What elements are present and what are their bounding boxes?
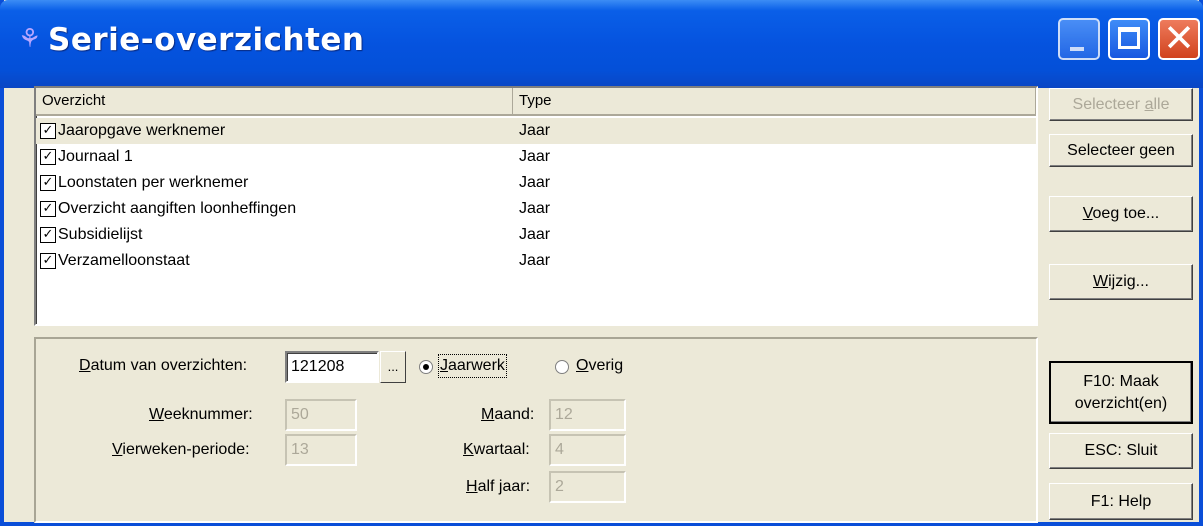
select-none-accel: g <box>1139 142 1149 159</box>
quarter-accel: K <box>463 441 474 458</box>
period-label: Vierweken-periode: <box>112 440 250 460</box>
radio-overig-accel: O <box>576 357 589 374</box>
checkbox[interactable]: ✓ <box>40 227 56 243</box>
add-text: oeg toe... <box>1092 205 1160 222</box>
checkbox[interactable]: ✓ <box>40 175 56 191</box>
item-name: Jaaropgave werknemer <box>58 122 226 139</box>
item-type: Jaar <box>519 122 551 139</box>
edit-accel: W <box>1092 273 1109 290</box>
date-browse-button[interactable]: ... <box>380 351 406 383</box>
half-year-value: 2 <box>555 478 564 495</box>
date-value: 121208 <box>291 358 345 375</box>
dialog-window: ⚘ Serie-overzichten ✕ Overzicht Type ✓ J… <box>0 0 1203 526</box>
column-header-overzicht[interactable]: Overzicht <box>36 88 513 116</box>
add-accel: V <box>1082 205 1093 222</box>
week-field[interactable]: 50 <box>285 399 357 431</box>
month-accel: M <box>481 406 495 423</box>
minimize-button[interactable] <box>1058 18 1100 60</box>
period-accel: V <box>112 441 123 458</box>
close-button[interactable]: ✕ <box>1158 16 1200 60</box>
title-bar[interactable]: ⚘ Serie-overzichten ✕ <box>0 0 1203 88</box>
add-button[interactable]: Voeg toe... <box>1049 196 1193 232</box>
month-label-text: aand: <box>494 406 535 423</box>
list-item[interactable]: ✓ Jaaropgave werknemer Jaar <box>36 118 1036 144</box>
item-type: Jaar <box>519 174 551 191</box>
period-field[interactable]: 13 <box>285 434 357 466</box>
date-label: Datum van overzichten: <box>79 356 247 376</box>
radio-selected-dot <box>423 364 429 370</box>
list-item[interactable]: ✓ Loonstaten per werknemer Jaar <box>36 170 1036 196</box>
half-year-accel: H <box>466 478 478 495</box>
maximize-icon <box>1118 27 1140 49</box>
radio-overig-label[interactable]: Overig <box>576 356 623 376</box>
week-label-text: eeknummer: <box>163 406 253 423</box>
item-type: Jaar <box>519 252 551 269</box>
overview-list[interactable]: Overzicht Type ✓ Jaaropgave werknemer Ja… <box>34 86 1038 326</box>
date-label-text: atum van overzichten: <box>90 357 248 374</box>
app-icon: ⚘ <box>18 24 42 54</box>
month-field[interactable]: 12 <box>549 399 626 431</box>
checkbox[interactable]: ✓ <box>40 149 56 165</box>
select-all-text-end: lle <box>1153 96 1170 113</box>
list-header: Overzicht Type <box>36 88 1036 116</box>
column-header-type[interactable]: Type <box>513 88 1036 116</box>
radio-jaarwerk-text: aarwerk <box>448 357 505 374</box>
item-name: Loonstaten per werknemer <box>58 174 249 191</box>
item-name: Overzicht aangiften loonheffingen <box>58 200 297 217</box>
close-dialog-button[interactable]: ESC: Sluit <box>1049 433 1193 469</box>
period-value: 13 <box>291 441 309 458</box>
radio-overig-text: verig <box>588 357 624 374</box>
item-type: Jaar <box>519 200 551 217</box>
select-all-text: Selecteer <box>1072 96 1145 113</box>
edit-button[interactable]: Wijzig... <box>1049 264 1193 300</box>
list-item[interactable]: ✓ Verzamelloonstaat Jaar <box>36 248 1036 274</box>
week-value: 50 <box>291 406 309 423</box>
item-name: Verzamelloonstaat <box>58 252 190 269</box>
window-title: Serie-overzichten <box>48 22 365 58</box>
checkbox[interactable]: ✓ <box>40 201 56 217</box>
minimize-icon <box>1070 47 1084 51</box>
select-none-text: Selecteer <box>1067 142 1140 159</box>
half-year-label-text: alf jaar: <box>477 478 531 495</box>
list-rows: ✓ Jaaropgave werknemer Jaar ✓ Journaal 1… <box>36 118 1036 274</box>
edit-text: ijzig... <box>1108 273 1149 290</box>
item-name: Journaal 1 <box>58 148 133 165</box>
maximize-button[interactable] <box>1108 18 1150 60</box>
quarter-label-text: wartaal: <box>473 441 530 458</box>
month-label: Maand: <box>481 405 534 425</box>
week-label: Weeknummer: <box>149 405 253 425</box>
quarter-label: Kwartaal: <box>463 440 530 460</box>
make-overview-button[interactable]: F10: Maak overzicht(en) <box>1049 361 1193 424</box>
item-type: Jaar <box>519 148 551 165</box>
half-year-label: Half jaar: <box>466 477 530 497</box>
quarter-field[interactable]: 4 <box>549 434 626 466</box>
month-value: 12 <box>555 406 573 423</box>
week-accel: W <box>149 406 164 423</box>
half-year-field[interactable]: 2 <box>549 471 626 503</box>
item-name: Subsidielijst <box>58 226 143 243</box>
item-type: Jaar <box>519 226 551 243</box>
list-item[interactable]: ✓ Journaal 1 Jaar <box>36 144 1036 170</box>
close-icon: ✕ <box>1163 16 1195 60</box>
checkbox[interactable]: ✓ <box>40 123 56 139</box>
make-overview-line2: overzicht(en) <box>1074 395 1168 412</box>
select-none-button[interactable]: Selecteer geen <box>1049 134 1193 167</box>
list-item[interactable]: ✓ Subsidielijst Jaar <box>36 222 1036 248</box>
date-label-accel: D <box>79 357 91 374</box>
radio-overig[interactable] <box>555 360 569 374</box>
radio-jaarwerk-label[interactable]: Jaarwerk <box>438 354 507 378</box>
period-label-text: ierweken-periode: <box>122 441 250 458</box>
list-item[interactable]: ✓ Overzicht aangiften loonheffingen Jaar <box>36 196 1036 222</box>
make-overview-line1: F10: Maak <box>1083 373 1159 390</box>
quarter-value: 4 <box>555 441 564 458</box>
checkbox[interactable]: ✓ <box>40 253 56 269</box>
help-button[interactable]: F1: Help <box>1049 483 1193 520</box>
date-field[interactable]: 121208 <box>285 351 379 383</box>
radio-jaarwerk-accel: J <box>440 357 448 374</box>
select-all-button[interactable]: Selecteer alle <box>1049 88 1193 121</box>
radio-jaarwerk[interactable] <box>419 360 433 374</box>
select-none-text-end: een <box>1148 142 1175 159</box>
